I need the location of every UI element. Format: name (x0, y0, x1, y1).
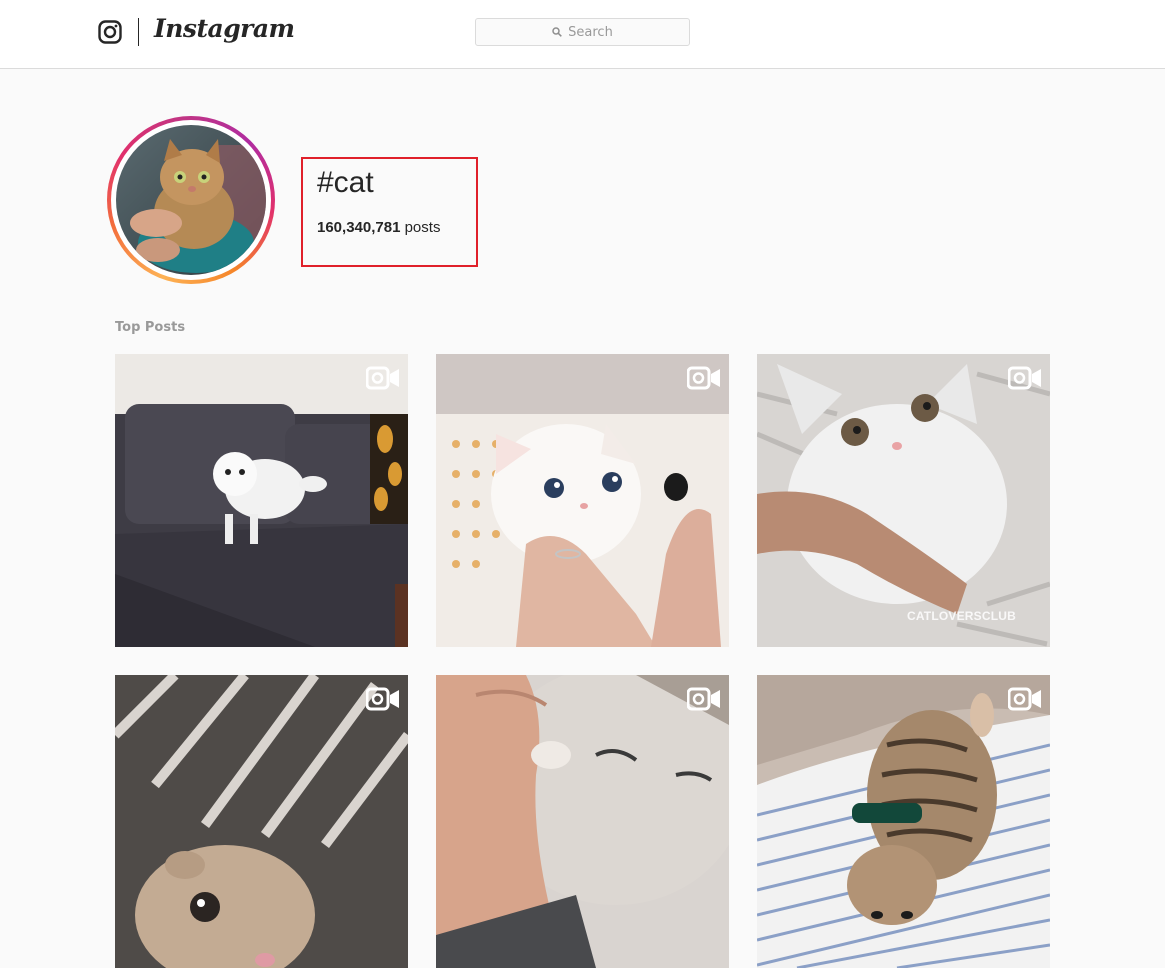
post-image (115, 675, 408, 968)
post-tile[interactable] (436, 354, 729, 647)
avatar-photo (116, 125, 266, 275)
post-image (436, 354, 729, 647)
post-tile[interactable] (115, 354, 408, 647)
instagram-logo[interactable]: Instagram (154, 14, 295, 43)
search-icon (552, 27, 562, 37)
video-icon (687, 366, 720, 390)
post-tile[interactable] (757, 675, 1050, 968)
post-image (757, 354, 1050, 647)
hashtag-avatar (107, 116, 275, 284)
instagram-glyph-icon[interactable] (98, 20, 122, 44)
post-tile[interactable] (115, 675, 408, 968)
post-image (436, 675, 729, 968)
hashtag-title: #cat (317, 166, 374, 199)
video-icon (687, 687, 720, 711)
post-image (757, 675, 1050, 968)
search-placeholder: Search (568, 24, 613, 40)
post-tile[interactable] (436, 675, 729, 968)
top-nav: Instagram Search (0, 0, 1165, 69)
post-image (115, 354, 408, 647)
search-input[interactable]: Search (475, 18, 690, 46)
video-icon (366, 687, 399, 711)
video-icon (1008, 687, 1041, 711)
video-icon (1008, 366, 1041, 390)
post-count-number: 160,340,781 (317, 219, 401, 236)
post-count: 160,340,781 posts (317, 219, 440, 236)
post-tile[interactable]: CATLOVERSCLUB (757, 354, 1050, 647)
post-count-label: posts (404, 219, 441, 236)
watermark: CATLOVERSCLUB (906, 609, 1016, 623)
top-posts-heading: Top Posts (115, 320, 186, 335)
video-icon (366, 366, 399, 390)
nav-divider (138, 18, 139, 46)
